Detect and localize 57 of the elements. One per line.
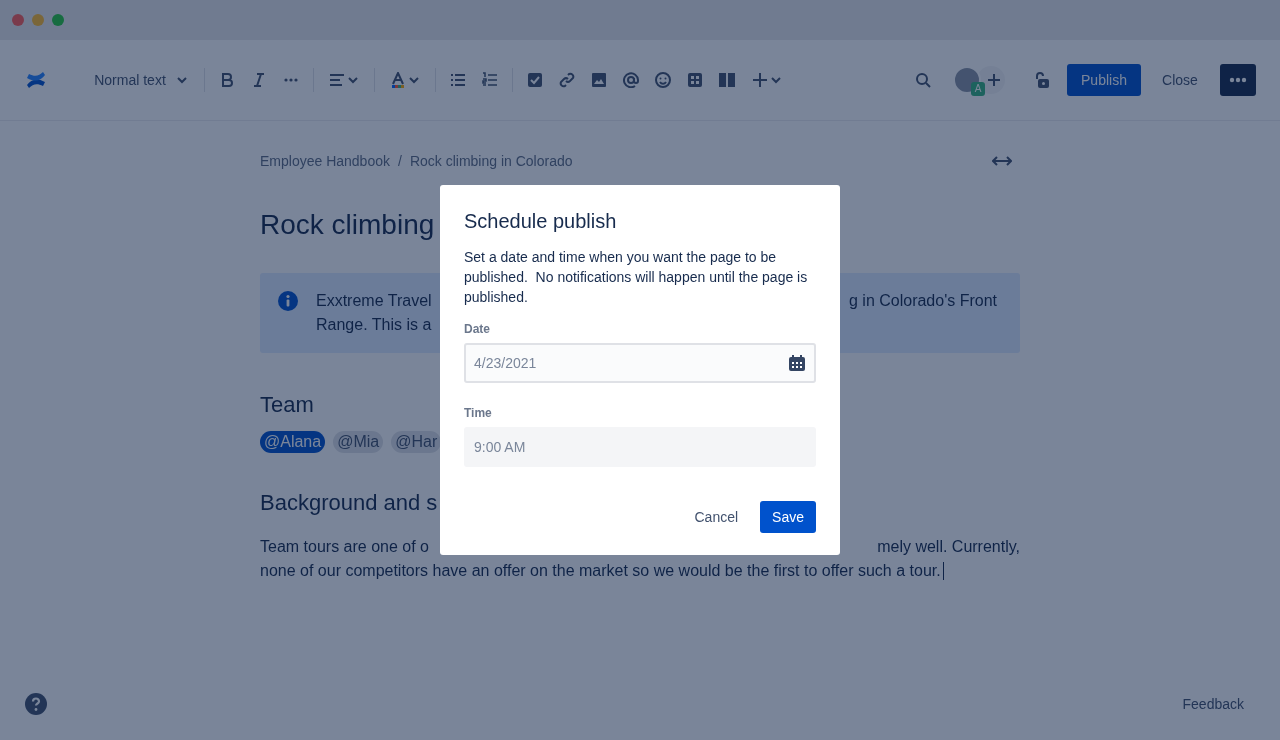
field-label: Date — [464, 321, 491, 337]
emoji-icon — [655, 72, 671, 88]
breadcrumb-separator: / — [398, 153, 402, 169]
calendar-icon[interactable] — [788, 354, 806, 372]
align-icon — [329, 72, 345, 88]
info-icon — [278, 291, 298, 311]
page-title: Rock climbing — [260, 208, 435, 242]
caret-icon — [408, 74, 420, 86]
user-mention[interactable]: @Alana — [260, 431, 326, 453]
checkbox-icon — [527, 72, 543, 88]
close-button[interactable]: Close — [1149, 64, 1211, 96]
breadcrumb-link[interactable]: Rock climbing in Colorado — [409, 153, 573, 169]
cancel-button[interactable]: Cancel — [682, 501, 751, 533]
breadcrumb-link[interactable]: Employee Handbook — [260, 153, 390, 169]
bold-icon — [219, 72, 235, 88]
image-icon — [591, 72, 607, 88]
expand-width-icon[interactable] — [992, 156, 1012, 166]
time-field[interactable]: 9:00 AM — [464, 427, 816, 467]
padlock-icon — [1033, 72, 1049, 88]
collaborator-badge: A — [971, 82, 985, 96]
caret-icon — [347, 74, 359, 86]
bullet-list-icon — [450, 72, 466, 88]
italic-icon — [251, 72, 267, 88]
section-heading: Team — [260, 391, 314, 419]
dialog-title: Schedule publish — [464, 209, 618, 233]
section-heading: Background and s — [260, 489, 438, 517]
feedback-link[interactable]: Feedback — [1182, 696, 1244, 712]
text-line: none of our competitors have an offer on the market so we would be the first to offer such a tour. — [260, 561, 941, 581]
search-icon — [915, 72, 931, 88]
mention-icon — [623, 72, 639, 88]
window-close-button[interactable] — [12, 14, 24, 26]
help-icon[interactable] — [25, 693, 47, 715]
plus-icon — [987, 73, 1001, 87]
columns-icon — [719, 72, 735, 88]
text-line: Exxtreme Travel — [316, 291, 432, 311]
save-button[interactable]: Save — [760, 501, 816, 533]
numbered-list-icon — [482, 72, 498, 88]
ellipsis-icon — [1229, 77, 1247, 83]
user-avatar[interactable] — [953, 66, 981, 94]
text-line: mely well. Currently, — [877, 537, 1020, 557]
text-line: Team tours are one of o — [260, 537, 429, 557]
dialog-description: Set a date and time when you want the page to be published. No notifications will happen until the page is published. — [464, 248, 809, 307]
text-style-dropdown[interactable]: Normal text — [84, 64, 198, 96]
caret-icon — [175, 74, 188, 86]
publish-button[interactable]: Publish — [1067, 64, 1141, 96]
text-line: Range. This is a — [316, 315, 432, 335]
more-actions-button[interactable] — [1220, 64, 1256, 96]
plus-icon — [752, 72, 768, 88]
user-mention[interactable]: @Har — [391, 431, 442, 453]
text-color-icon — [390, 72, 406, 88]
caret-icon — [770, 74, 782, 86]
text-line: g in Colorado's Front — [849, 291, 997, 311]
link-icon — [559, 72, 575, 88]
table-icon — [687, 72, 703, 88]
field-label: Time — [464, 405, 493, 421]
date-field[interactable]: 4/23/2021 — [464, 343, 816, 383]
user-mention[interactable]: @Mia — [333, 431, 384, 453]
